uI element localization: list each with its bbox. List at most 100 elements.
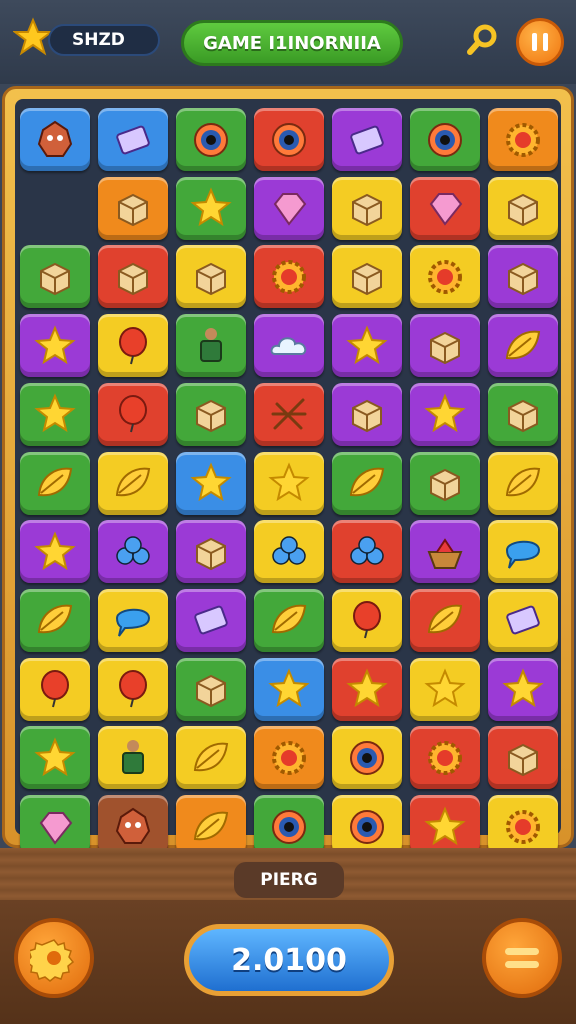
board-tile[interactable] <box>410 588 480 652</box>
block-icon <box>194 606 228 635</box>
board-tile[interactable] <box>488 176 558 240</box>
board-tile[interactable] <box>176 657 246 721</box>
board-tile[interactable] <box>254 382 324 446</box>
leaf-icon <box>271 605 307 634</box>
board-tile[interactable] <box>410 382 480 446</box>
board-tile[interactable] <box>332 588 402 652</box>
figure-icon <box>122 739 144 774</box>
box-icon <box>508 743 538 776</box>
board-tile[interactable] <box>332 451 402 515</box>
board-tile[interactable] <box>332 382 402 446</box>
board-tile[interactable] <box>410 451 480 515</box>
board-tile[interactable] <box>488 726 558 790</box>
balloon-icon <box>353 601 381 639</box>
pause-button[interactable] <box>516 18 564 66</box>
board-tile[interactable] <box>176 588 246 652</box>
board-tile[interactable] <box>410 726 480 790</box>
star-icon <box>190 187 232 227</box>
board-tile[interactable] <box>98 382 168 446</box>
board-tile[interactable] <box>488 657 558 721</box>
board-tile[interactable] <box>20 520 90 584</box>
board-tile[interactable] <box>98 520 168 584</box>
board-tile[interactable] <box>254 657 324 721</box>
board-tile[interactable] <box>20 588 90 652</box>
board-tile[interactable] <box>332 108 402 171</box>
board-tile[interactable] <box>488 314 558 378</box>
board-tile[interactable] <box>488 520 558 584</box>
board-tile[interactable] <box>176 108 246 171</box>
board-tile[interactable] <box>254 520 324 584</box>
top-bar: SHZD GAME I1INORNIIA <box>0 0 576 84</box>
star-icon <box>268 462 310 502</box>
board-tile[interactable] <box>332 314 402 378</box>
board-tile[interactable] <box>176 451 246 515</box>
board-tile[interactable] <box>254 314 324 378</box>
board-tile[interactable] <box>410 108 480 171</box>
box-icon <box>508 262 538 296</box>
board-tile[interactable] <box>332 176 402 240</box>
board-tile[interactable] <box>98 176 168 240</box>
board-tile[interactable] <box>176 726 246 790</box>
board-tile[interactable] <box>98 451 168 515</box>
board-tile[interactable] <box>254 451 324 515</box>
board-tile[interactable] <box>254 176 324 240</box>
board-tile[interactable] <box>332 245 402 309</box>
board-tile[interactable] <box>410 176 480 240</box>
board-tile[interactable] <box>488 108 558 171</box>
board-tile[interactable] <box>176 245 246 309</box>
star-icon <box>34 531 76 570</box>
cluster-icon <box>350 535 384 565</box>
leaf-icon <box>37 605 73 634</box>
board-tile[interactable] <box>332 726 402 790</box>
board-tile[interactable] <box>254 726 324 790</box>
star-icon <box>190 462 232 502</box>
game-title-button[interactable]: GAME I1INORNIIA <box>181 20 403 66</box>
balloon-icon <box>41 670 69 708</box>
balloon-icon <box>119 395 147 433</box>
board-tile[interactable] <box>20 245 90 309</box>
board-tile[interactable] <box>20 108 90 171</box>
board-tile[interactable] <box>254 588 324 652</box>
board-tile[interactable] <box>410 657 480 721</box>
value-display-button[interactable]: 2.0100 <box>184 924 394 996</box>
leaf-icon <box>505 330 541 359</box>
board-tile[interactable] <box>20 657 90 721</box>
board-tile[interactable] <box>20 451 90 515</box>
board-tile[interactable] <box>410 314 480 378</box>
gear-icon <box>30 939 75 982</box>
settings-button[interactable] <box>14 918 94 998</box>
bubble-icon <box>505 540 541 569</box>
board-tile[interactable] <box>98 108 168 171</box>
box-icon <box>430 468 460 502</box>
board-tile[interactable] <box>98 726 168 790</box>
search-icon[interactable] <box>465 22 501 58</box>
monster-icon <box>115 807 151 844</box>
board-tile[interactable] <box>176 176 246 240</box>
board-tile[interactable] <box>176 314 246 378</box>
board-tile[interactable] <box>20 314 90 378</box>
board-tile[interactable] <box>98 657 168 721</box>
cloud-icon <box>270 336 307 355</box>
menu-button[interactable] <box>482 918 562 998</box>
ring-icon <box>350 740 384 775</box>
board-tile[interactable] <box>20 726 90 790</box>
board-tile[interactable] <box>254 245 324 309</box>
board-tile[interactable] <box>410 520 480 584</box>
board-tile[interactable] <box>488 382 558 446</box>
board-tile[interactable] <box>176 520 246 584</box>
board-tile[interactable] <box>176 382 246 446</box>
board-tile[interactable] <box>488 451 558 515</box>
board-tile[interactable] <box>488 245 558 309</box>
board-tile[interactable] <box>98 588 168 652</box>
leaf-icon <box>37 467 73 497</box>
board-tile[interactable] <box>488 588 558 652</box>
star-icon <box>346 324 388 364</box>
board-tile[interactable] <box>332 520 402 584</box>
board-tile[interactable] <box>98 245 168 309</box>
board-tile[interactable] <box>410 245 480 309</box>
board-tile[interactable] <box>98 314 168 378</box>
board-tile[interactable] <box>20 382 90 446</box>
board-tile[interactable] <box>254 108 324 171</box>
gem-icon <box>39 811 73 845</box>
board-tile[interactable] <box>332 657 402 721</box>
